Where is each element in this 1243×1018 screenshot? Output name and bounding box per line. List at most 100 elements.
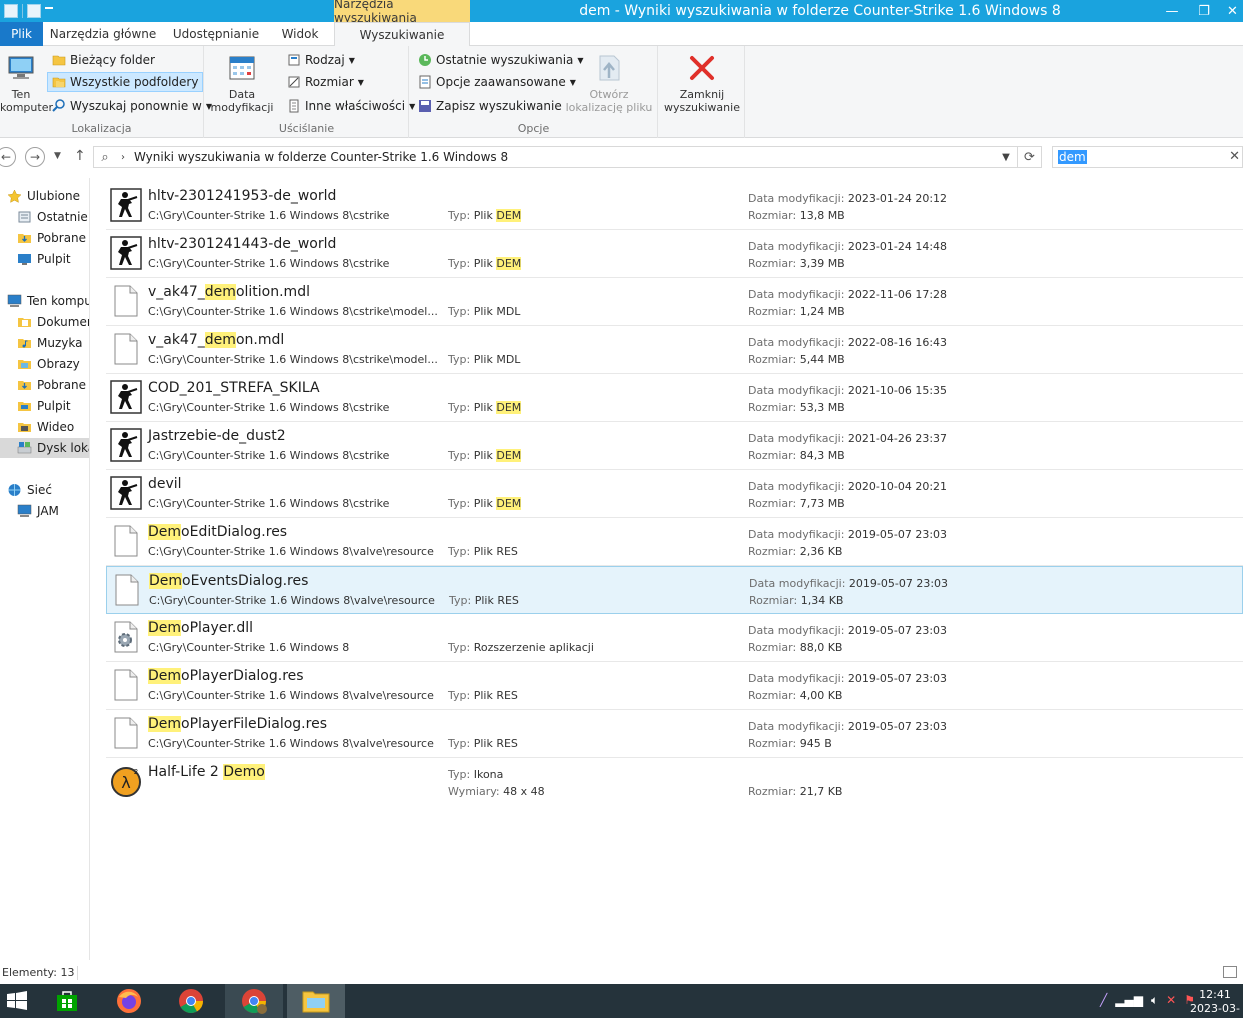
- counter-strike-icon: [110, 188, 142, 222]
- qat-menu-icon[interactable]: [45, 7, 53, 15]
- all-subfolders-button[interactable]: Wszystkie podfoldery: [47, 72, 204, 92]
- size-button[interactable]: Rozmiar ▼: [283, 72, 368, 92]
- file-size: Rozmiar: 1,34 KB: [749, 594, 844, 607]
- pen-icon[interactable]: ╱: [1100, 993, 1107, 1008]
- nav-network[interactable]: Sieć: [7, 480, 52, 500]
- breadcrumb-path[interactable]: Wyniki wyszukiwania w folderze Counter-S…: [134, 150, 508, 164]
- file-name: Half-Life 2 Demo: [148, 764, 265, 780]
- tab-home[interactable]: Narzędzia główne: [47, 22, 159, 46]
- recent-places-icon: [18, 211, 31, 223]
- advanced-options-button[interactable]: Opcje zaawansowane ▼: [414, 72, 580, 92]
- nav-downloads-pc[interactable]: Pobrane: [17, 375, 86, 395]
- address-box[interactable]: ⌕ › Wyniki wyszukiwania w folderze Count…: [93, 146, 1042, 168]
- new-folder-icon[interactable]: [27, 4, 41, 18]
- nav-desktop-pc[interactable]: Pulpit: [17, 396, 71, 416]
- nav-favorites[interactable]: Ulubione: [7, 186, 80, 206]
- list-item[interactable]: v_ak47_demolition.mdl C:\Gry\Counter-Stri…: [106, 278, 1243, 326]
- file-size: Rozmiar: 945 B: [748, 737, 832, 750]
- list-item[interactable]: hltv-2301241443-de_world C:\Gry\Counter-S…: [106, 230, 1243, 278]
- search-highlight: Dem: [148, 668, 182, 684]
- list-item[interactable]: DemoPlayer.dll C:\Gry\Counter-Strike 1.6 …: [106, 614, 1243, 662]
- tab-view[interactable]: Widok: [272, 22, 328, 46]
- refine-group-label: Uściślanie: [278, 122, 335, 135]
- file-date: Data modyfikacji: 2023-01-24 20:12: [748, 192, 948, 205]
- taskbar-chrome[interactable]: [162, 984, 220, 1018]
- tab-share[interactable]: Udostępnianie: [168, 22, 264, 46]
- search-input[interactable]: dem: [1058, 150, 1087, 164]
- nav-local-disk[interactable]: Dysk loka: [0, 438, 89, 458]
- current-folder-button[interactable]: Bieżący folder: [48, 50, 159, 70]
- breadcrumb-chevron-icon[interactable]: ›: [116, 152, 130, 163]
- nav-recent[interactable]: Ostatnie r: [17, 207, 89, 227]
- clock-date: 2023-03-0: [1190, 1002, 1240, 1018]
- volume-icon[interactable]: 🔈︎: [1151, 993, 1158, 1008]
- back-button[interactable]: ←: [0, 147, 16, 167]
- tab-search[interactable]: Wyszukiwanie: [334, 22, 470, 47]
- taskbar-file-explorer[interactable]: [287, 984, 345, 1018]
- date-modified-button[interactable]: Data modyfikacji: [208, 52, 276, 114]
- open-file-location-button[interactable]: Otwórz lokalizację pliku: [562, 52, 656, 114]
- nav-downloads[interactable]: Pobrane: [17, 228, 86, 248]
- nav-music[interactable]: Muzyka: [17, 333, 82, 353]
- close-window-button[interactable]: ✕: [1222, 0, 1243, 22]
- kind-button[interactable]: Rodzaj ▼: [283, 50, 359, 70]
- close-search-button[interactable]: Zamknij wyszukiwanie: [662, 52, 742, 114]
- nav-this-pc[interactable]: Ten kompu: [7, 291, 89, 311]
- list-item[interactable]: devil C:\Gry\Counter-Strike 1.6 Windows 8…: [106, 470, 1243, 518]
- chrome-profile-icon: [242, 989, 267, 1014]
- file-date: Data modyfikacji: 2019-05-07 23:03: [748, 672, 948, 685]
- toolbar-divider: [22, 4, 23, 18]
- list-item[interactable]: DemoPlayerDialog.res C:\Gry\Counter-Strik…: [106, 662, 1243, 710]
- search-box[interactable]: dem ✕: [1052, 146, 1243, 168]
- minimize-button[interactable]: —: [1158, 0, 1186, 22]
- taskbar-chrome-profile[interactable]: [225, 984, 283, 1018]
- recent-locations-chevron-icon[interactable]: ▼: [54, 151, 61, 161]
- search-again-icon: [52, 99, 65, 112]
- list-item[interactable]: v_ak47_demon.mdl C:\Gry\Counter-Strike 1.…: [106, 326, 1243, 374]
- folder-icon: [52, 55, 66, 66]
- location-group-label: Lokalizacja: [71, 122, 132, 135]
- signal-icon[interactable]: ▂▄▆: [1115, 993, 1143, 1008]
- taskbar-store[interactable]: [38, 984, 96, 1018]
- properties-icon[interactable]: [4, 4, 18, 18]
- search-again-button[interactable]: Wyszukaj ponownie w ▼: [48, 96, 216, 116]
- list-item[interactable]: DemoPlayerFileDialog.res C:\Gry\Counter-S…: [106, 710, 1243, 758]
- search-highlight: DEM: [496, 401, 522, 414]
- save-search-button[interactable]: Zapisz wyszukiwanie: [414, 96, 566, 116]
- clock[interactable]: 12:41 2023-03-0: [1187, 988, 1243, 1018]
- list-item[interactable]: DemoEditDialog.res C:\Gry\Counter-Strike …: [106, 518, 1243, 566]
- other-properties-button[interactable]: Inne właściwości ▼: [283, 96, 419, 116]
- address-dropdown-icon[interactable]: ▼: [999, 147, 1013, 167]
- this-pc-button[interactable]: Ten komputer: [0, 52, 53, 114]
- file-path: C:\Gry\Counter-Strike 1.6 Windows 8\valv…: [148, 737, 434, 750]
- nav-pictures[interactable]: Obrazy: [17, 354, 80, 374]
- file-size: Rozmiar: 3,39 MB: [748, 257, 845, 270]
- list-item[interactable]: DemoEventsDialog.res C:\Gry\Counter-Strik…: [106, 566, 1243, 614]
- list-item[interactable]: λ 2 Half-Life 2 Demo Typ: Ikona Wymiary:…: [106, 758, 1243, 806]
- system-tray: ╱ ▂▄▆ 🔈︎ ✕ ⚑: [1100, 993, 1195, 1008]
- file-type: Typ: Plik DEM: [448, 257, 522, 270]
- blank-file-icon: [114, 333, 138, 365]
- file-size: Rozmiar: 5,44 MB: [748, 353, 845, 366]
- start-button[interactable]: [0, 984, 34, 1018]
- clear-search-icon[interactable]: ✕: [1229, 149, 1240, 164]
- forward-button[interactable]: →: [25, 147, 45, 167]
- nav-video[interactable]: Wideo: [17, 417, 74, 437]
- arrow-right-icon: →: [29, 150, 41, 164]
- refresh-icon[interactable]: ⟳: [1017, 147, 1041, 167]
- dll-gear-icon: [114, 621, 138, 653]
- tab-file[interactable]: Plik: [0, 22, 43, 46]
- title-bar: Narzędzia wyszukiwania dem - Wyniki wysz…: [0, 0, 1243, 25]
- up-button[interactable]: ↑: [74, 148, 86, 164]
- maximize-button[interactable]: ❐: [1190, 0, 1218, 22]
- list-item[interactable]: hltv-2301241953-de_world C:\Gry\Counter-S…: [106, 182, 1243, 230]
- counter-strike-icon: [110, 236, 142, 270]
- details-view-icon[interactable]: [1223, 966, 1237, 978]
- list-item[interactable]: COD_201_STREFA_SKILA C:\Gry\Counter-Strik…: [106, 374, 1243, 422]
- list-item[interactable]: Jastrzebie-de_dust2 C:\Gry\Counter-Strike…: [106, 422, 1243, 470]
- nav-jam[interactable]: JAM: [17, 501, 59, 521]
- network-disconnected-icon[interactable]: ✕: [1166, 993, 1176, 1008]
- nav-desktop[interactable]: Pulpit: [17, 249, 71, 269]
- taskbar-firefox[interactable]: [100, 984, 158, 1018]
- nav-documents[interactable]: Dokumen: [17, 312, 89, 332]
